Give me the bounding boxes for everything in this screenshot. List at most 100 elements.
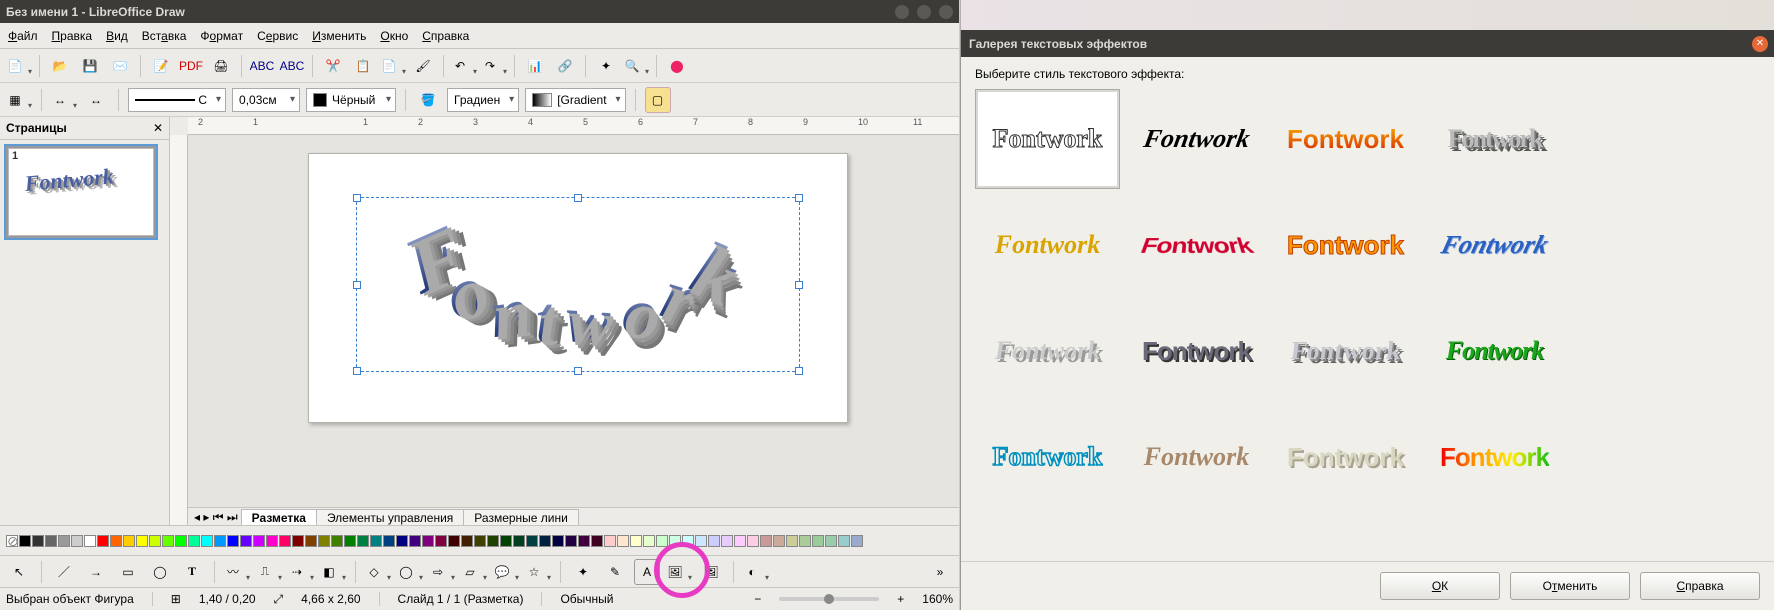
color-swatch[interactable] (643, 535, 655, 547)
handle-s[interactable] (574, 367, 582, 375)
handle-w[interactable] (353, 281, 361, 289)
fontwork-style-gray-3d[interactable]: Fontwork (1422, 89, 1567, 189)
color-swatch[interactable] (513, 535, 525, 547)
chart-button[interactable]: 📊 (522, 53, 548, 79)
ellipse-tool[interactable]: ◯ (147, 559, 173, 585)
color-swatch[interactable] (591, 535, 603, 547)
new-button[interactable]: 📄 (6, 53, 32, 79)
color-swatch[interactable] (227, 535, 239, 547)
slide-thumbnail-1[interactable]: 1 Fontwork (6, 146, 156, 238)
color-swatch[interactable] (552, 535, 564, 547)
fontwork-style-brown-arc[interactable]: Fontwork (1124, 407, 1269, 507)
line-color-combo[interactable]: Чёрный (306, 88, 396, 112)
fontwork-gallery-button[interactable]: A (634, 559, 660, 585)
no-fill-swatch[interactable]: ⊘ (6, 535, 18, 547)
color-swatch[interactable] (149, 535, 161, 547)
menu-window[interactable]: Окно (380, 29, 408, 43)
save-button[interactable]: 💾 (77, 53, 103, 79)
dialog-close-icon[interactable]: ✕ (1752, 36, 1768, 52)
color-swatch[interactable] (396, 535, 408, 547)
fontwork-style-blue-italic[interactable]: Fontwork (1422, 195, 1567, 295)
zoom-out-icon[interactable]: − (754, 592, 761, 606)
color-swatch[interactable] (838, 535, 850, 547)
fontwork-style-dark-3d[interactable]: Fontwork (1124, 301, 1269, 401)
flowchart-tool[interactable]: ▱ (461, 559, 487, 585)
arrow-tool[interactable]: → (83, 559, 109, 585)
color-swatch[interactable] (357, 535, 369, 547)
line-tool[interactable]: ／ (51, 559, 77, 585)
navigator-button[interactable]: ✦ (593, 53, 619, 79)
color-swatch[interactable] (474, 535, 486, 547)
fontwork-style-black-skew[interactable]: Fontwork (1124, 89, 1269, 189)
rectangle-tool[interactable]: ▭ (115, 559, 141, 585)
color-swatch[interactable] (747, 535, 759, 547)
hyperlink-button[interactable]: 🔗 (552, 53, 578, 79)
color-swatch[interactable] (565, 535, 577, 547)
tab-dimlines[interactable]: Размерные лини (463, 509, 579, 525)
fill-name-combo[interactable]: [Gradient (525, 88, 625, 112)
fontwork-style-yellow-italic[interactable]: Fontwork (975, 195, 1120, 295)
color-swatch[interactable] (305, 535, 317, 547)
color-swatch[interactable] (487, 535, 499, 547)
handle-sw[interactable] (353, 367, 361, 375)
line-width-combo[interactable]: 0,03см (232, 88, 300, 112)
handle-e[interactable] (795, 281, 803, 289)
color-swatch[interactable] (214, 535, 226, 547)
print-button[interactable]: 🖨 (208, 53, 234, 79)
3d-tool[interactable]: ◧ (320, 559, 346, 585)
clone-format-button[interactable]: 🖌 (410, 53, 436, 79)
fontwork-object[interactable]: F o n t w o r k (408, 175, 758, 365)
cut-button[interactable]: ✂️ (320, 53, 346, 79)
color-swatch[interactable] (461, 535, 473, 547)
color-swatch[interactable] (617, 535, 629, 547)
menu-edit[interactable]: Правка (52, 29, 93, 43)
tab-controls[interactable]: Элементы управления (316, 509, 464, 525)
color-swatch[interactable] (578, 535, 590, 547)
points-tool[interactable]: ✦ (570, 559, 596, 585)
shadow-button[interactable]: ▢ (645, 87, 671, 113)
color-swatch[interactable] (734, 535, 746, 547)
color-swatch[interactable] (279, 535, 291, 547)
menu-file[interactable]: Файл (8, 29, 38, 43)
vertical-ruler[interactable] (170, 135, 188, 525)
color-swatch[interactable] (292, 535, 304, 547)
overflow-button[interactable]: » (927, 559, 953, 585)
handle-se[interactable] (795, 367, 803, 375)
menu-tools[interactable]: Сервис (257, 29, 298, 43)
fontwork-style-orange-outline[interactable]: Fontwork (1273, 195, 1418, 295)
area-fill-icon[interactable]: 🪣 (415, 87, 441, 113)
color-swatch[interactable] (32, 535, 44, 547)
color-swatch[interactable] (799, 535, 811, 547)
autospell-button[interactable]: ABC (279, 53, 305, 79)
color-swatch[interactable] (448, 535, 460, 547)
color-swatch[interactable] (409, 535, 421, 547)
color-swatch[interactable] (760, 535, 772, 547)
basic-shapes-tool[interactable]: ◇ (365, 559, 391, 585)
color-swatch[interactable] (851, 535, 863, 547)
stars-tool[interactable]: ☆ (525, 559, 551, 585)
fontwork-style-cyan-outline[interactable]: Fontwork (975, 407, 1120, 507)
color-swatch[interactable] (825, 535, 837, 547)
fontwork-style-rainbow[interactable]: Fontwork (1422, 407, 1567, 507)
color-swatch[interactable] (123, 535, 135, 547)
color-swatch[interactable] (136, 535, 148, 547)
color-swatch[interactable] (721, 535, 733, 547)
fontwork-style-orange-red[interactable]: Fontwork (1273, 89, 1418, 189)
gluepoints-tool[interactable]: ✎ (602, 559, 628, 585)
menu-help[interactable]: Справка (422, 29, 469, 43)
handle-ne[interactable] (795, 194, 803, 202)
curve-tool[interactable]: 〰 (224, 559, 250, 585)
line-style-combo[interactable]: С (128, 88, 226, 112)
help-button[interactable]: ⬤ (664, 53, 690, 79)
export-pdf-button[interactable]: PDF (178, 53, 204, 79)
slide-panel-close-icon[interactable]: ✕ (153, 121, 163, 135)
color-swatch[interactable] (630, 535, 642, 547)
color-swatch[interactable] (370, 535, 382, 547)
color-swatch[interactable] (97, 535, 109, 547)
close-icon[interactable] (939, 5, 953, 19)
color-swatch[interactable] (539, 535, 551, 547)
fontwork-style-red-perspective[interactable]: Fontwork (1124, 195, 1269, 295)
menu-modify[interactable]: Изменить (312, 29, 366, 43)
minimize-icon[interactable] (895, 5, 909, 19)
color-swatch[interactable] (695, 535, 707, 547)
